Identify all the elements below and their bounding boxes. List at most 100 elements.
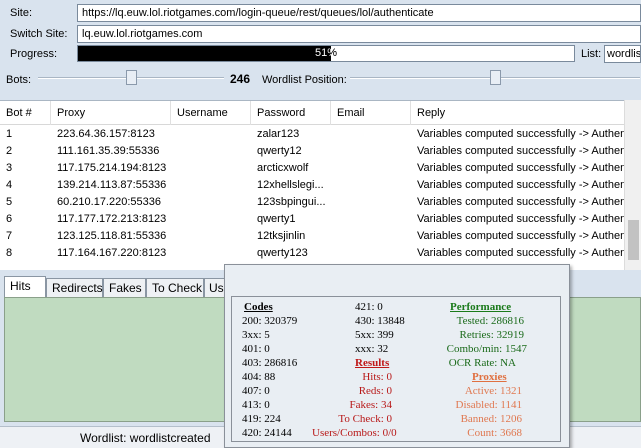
proxies-count: Count: 3668 (467, 427, 522, 439)
cell-reply: Variables computed successfully -> Authe… (417, 196, 624, 208)
code-5xx: 5xx: 399 (355, 329, 394, 341)
cell-proxy: 117.164.167.220:8123 (57, 247, 167, 259)
code-403: 403: 286816 (242, 357, 298, 369)
cell-username (171, 228, 251, 245)
perf-combo-min: Combo/min: 1547 (446, 343, 527, 355)
list-select[interactable]: wordlist (604, 45, 641, 63)
cell-email (331, 160, 411, 177)
result-reds: Reds: 0 (358, 385, 392, 397)
cell-password: arcticxwolf (257, 162, 309, 174)
wordlist-position-label: Wordlist Position: (262, 74, 347, 86)
cell-proxy: 223.64.36.157:8123 (57, 128, 155, 140)
code-421: 421: 0 (355, 301, 383, 313)
col-password[interactable]: Password (251, 101, 331, 125)
col-reply[interactable]: Reply (411, 101, 641, 125)
table-row[interactable]: 7 123.125.118.81:55336 12tksjinlin Variable… (0, 228, 641, 245)
col-email[interactable]: Email (331, 101, 411, 125)
table-row[interactable]: 5 60.210.17.220:55336 123sbpingui... Variab… (0, 194, 641, 211)
results-header: Results (355, 357, 390, 369)
cell-reply: Variables computed successfully -> Authe… (417, 247, 624, 259)
cell-reply: Variables computed successfully -> Authe… (417, 145, 624, 157)
code-430: 430: 13848 (355, 315, 405, 327)
perf-retries: Retries: 32919 (459, 329, 524, 341)
proxies-header: Proxies (472, 371, 507, 383)
cell-username (171, 126, 251, 143)
cell-proxy: 60.210.17.220:55336 (57, 196, 161, 208)
bots-slider-knob[interactable] (126, 70, 137, 85)
grid-scrollbar-thumb[interactable] (628, 220, 639, 260)
site-input[interactable]: https://lq.euw.lol.riotgames.com/login-q… (77, 4, 641, 22)
cell-reply: Variables computed successfully -> Authe… (417, 213, 624, 225)
tab-redirects[interactable]: Redirects (46, 278, 103, 298)
grid-scrollbar[interactable] (624, 100, 641, 270)
cell-bot: 6 (6, 213, 13, 225)
tab-fakes[interactable]: Fakes (103, 278, 146, 298)
cell-email (331, 126, 411, 143)
cell-password: qwerty123 (257, 247, 308, 259)
cell-reply: Variables computed successfully -> Authe… (417, 230, 624, 242)
cell-username (171, 245, 251, 262)
table-row[interactable]: 4 139.214.113.87:55336 12xhellslegi... Vari… (0, 177, 641, 194)
col-username[interactable]: Username (171, 101, 251, 125)
cell-bot: 1 (6, 128, 13, 140)
proxies-banned: Banned: 1206 (460, 413, 522, 425)
proxies-disabled: Disabled: 1141 (455, 399, 523, 411)
tab-hits[interactable]: Hits (4, 276, 46, 298)
cell-bot: 3 (6, 162, 13, 174)
cell-username (171, 160, 251, 177)
table-row[interactable]: 6 117.177.172.213:8123 qwerty1 Variables co… (0, 211, 641, 228)
code-200: 200: 320379 (242, 315, 298, 327)
bots-value: 246 (230, 72, 251, 86)
table-row[interactable]: 3 117.175.214.194:8123 arcticxwolf Variable… (0, 160, 641, 177)
cell-bot: 8 (6, 247, 13, 259)
cell-username (171, 211, 251, 228)
tab-to-check[interactable]: To Check (146, 278, 204, 298)
site-label: Site: (10, 7, 33, 19)
result-hits: Hits: 0 (362, 371, 392, 383)
cell-username (171, 194, 251, 211)
table-row[interactable]: 8 117.164.167.220:8123 qwerty123 Variables … (0, 245, 641, 262)
codes-header: Codes (244, 301, 273, 313)
code-3xx: 3xx: 5 (242, 329, 270, 341)
perf-ocr-rate: OCR Rate: NA (448, 357, 516, 369)
tab-users[interactable]: Us (204, 278, 226, 298)
perf-tested: Tested: 286816 (456, 315, 524, 327)
cell-password: qwerty12 (257, 145, 302, 157)
stats-box: Codes 200: 320379 3xx: 5 401: 0 403: 286… (231, 296, 561, 442)
wordlist-position-knob[interactable] (490, 70, 501, 85)
result-users-combos: Users/Combos: 0/0 (312, 427, 397, 439)
code-419: 419: 224 (242, 413, 281, 425)
cell-email (331, 211, 411, 228)
cell-password: qwerty1 (257, 213, 296, 225)
cell-reply: Variables computed successfully -> Authe… (417, 179, 624, 191)
code-404: 404: 88 (242, 371, 276, 383)
cell-bot: 4 (6, 179, 13, 191)
cell-email (331, 245, 411, 262)
cell-bot: 7 (6, 230, 13, 242)
cell-email (331, 228, 411, 245)
progress-text: 51% (314, 47, 338, 59)
code-xxx: xxx: 32 (355, 343, 389, 355)
col-proxy[interactable]: Proxy (51, 101, 171, 125)
switch-site-label: Switch Site: (10, 28, 68, 40)
switch-site-input[interactable]: lq.euw.lol.riotgames.com (77, 25, 641, 43)
list-label: List: (581, 48, 602, 60)
cell-password: zalar123 (257, 128, 300, 140)
table-row[interactable]: 1 223.64.36.157:8123 zalar123 Variables com… (0, 126, 641, 143)
table-row[interactable]: 2 111.161.35.39:55336 qwerty12 Variables co… (0, 143, 641, 160)
performance-header: Performance (450, 301, 512, 313)
code-420: 420: 24144 (242, 427, 292, 439)
bots-slider[interactable] (38, 68, 224, 88)
wordlist-position-slider[interactable] (350, 68, 640, 88)
code-407: 407: 0 (242, 385, 270, 397)
code-401: 401: 0 (242, 343, 270, 355)
cell-email (331, 143, 411, 160)
cell-bot: 5 (6, 196, 13, 208)
cell-proxy: 117.177.172.213:8123 (57, 213, 167, 225)
cell-proxy: 111.161.35.39:55336 (57, 145, 160, 157)
bots-grid[interactable]: Bot # Proxy Username Password Email Repl… (0, 100, 641, 270)
cell-email (331, 177, 411, 194)
col-bot[interactable]: Bot # (0, 101, 51, 125)
wordlist-status: Wordlist: wordlistcreated (80, 431, 211, 445)
stats-popup: Codes 200: 320379 3xx: 5 401: 0 403: 286… (224, 264, 570, 448)
